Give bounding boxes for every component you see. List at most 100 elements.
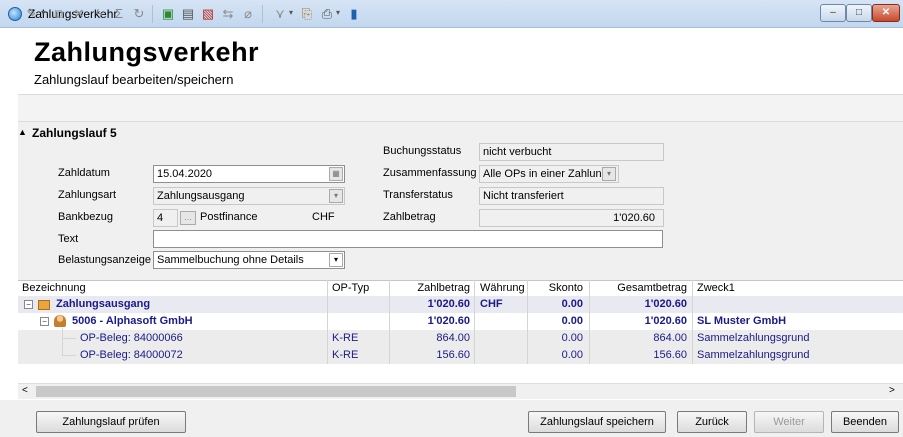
- tree-line: [62, 338, 76, 339]
- row-bezeichnung: OP-Beleg: 84000072: [80, 349, 183, 361]
- scroll-right-icon[interactable]: >: [889, 383, 895, 399]
- page-subtitle: Zahlungslauf bearbeiten/speichern: [34, 72, 234, 87]
- col-gridline: [474, 296, 475, 364]
- pin-icon[interactable]: ✎: [24, 6, 40, 22]
- row-zahlbetrag: 156.60: [436, 349, 470, 361]
- col-waehrung[interactable]: Währung: [480, 281, 525, 296]
- print-dropdown-icon[interactable]: ▾: [336, 8, 340, 17]
- col-divider: [474, 280, 475, 296]
- bankbezug-number[interactable]: 4: [153, 209, 178, 227]
- document-icon[interactable]: ▤: [180, 6, 196, 22]
- scrollbar-thumb[interactable]: [36, 386, 516, 397]
- bankbezug-currency: CHF: [312, 211, 335, 223]
- zusammenfassung-label: Zusammenfassung: [383, 167, 477, 179]
- toolbar: [0, 94, 903, 122]
- sum-icon[interactable]: Σ: [111, 6, 127, 22]
- row-waehrung: CHF: [480, 298, 503, 310]
- bankbezug-name: Postfinance: [200, 211, 258, 223]
- close-button[interactable]: ✕: [872, 4, 900, 22]
- text-label: Text: [58, 233, 79, 245]
- row-gesamt: 1'020.60: [644, 315, 687, 327]
- add-document-icon[interactable]: ▣: [160, 6, 176, 22]
- delete-icon[interactable]: ✕: [71, 6, 87, 22]
- row-bezeichnung: OP-Beleg: 84000066: [80, 332, 183, 344]
- row-zweck: Sammelzahlungsgrund: [697, 332, 810, 344]
- text-input[interactable]: [153, 230, 663, 248]
- zahldatum-label: Zahldatum: [58, 167, 110, 179]
- lookup-button[interactable]: …: [180, 211, 196, 225]
- row-optyp: K-RE: [332, 349, 359, 361]
- row-gesamt: 156.60: [653, 349, 687, 361]
- zahlungslauf-speichern-button[interactable]: Zahlungslauf speichern: [528, 411, 666, 433]
- col-gridline: [692, 296, 693, 364]
- transfer-icon[interactable]: ⇆: [220, 6, 236, 22]
- eraser-icon[interactable]: ⌀: [240, 6, 256, 22]
- collapse-icon[interactable]: ▲: [18, 127, 27, 137]
- row-zahlbetrag: 1'020.60: [427, 315, 470, 327]
- export-icon[interactable]: ⎘: [299, 6, 315, 22]
- buchungsstatus-label: Buchungsstatus: [383, 145, 462, 157]
- row-zahlbetrag: 864.00: [436, 332, 470, 344]
- tree-line: [62, 347, 63, 355]
- col-optyp[interactable]: OP-Typ: [332, 281, 369, 296]
- row-gesamt: 1'020.60: [644, 298, 687, 310]
- col-gridline: [527, 296, 528, 364]
- row-skonto: 0.00: [561, 332, 583, 344]
- chevron-down-icon[interactable]: ▾: [329, 253, 343, 267]
- beenden-button[interactable]: Beenden: [831, 411, 899, 433]
- zusammenfassung-select[interactable]: Alle OPs in einer Zahlung: [479, 165, 619, 183]
- group-title: Zahlungslauf 5: [32, 126, 117, 140]
- weiter-button[interactable]: Weiter: [754, 411, 824, 433]
- tree-line: [62, 355, 76, 356]
- toolbar-separator: [152, 5, 153, 23]
- col-skonto[interactable]: Skonto: [527, 281, 583, 296]
- col-gridline: [327, 296, 328, 364]
- col-zahlbetrag[interactable]: Zahlbetrag: [390, 281, 470, 296]
- row-skonto: 0.00: [561, 349, 583, 361]
- chevron-down-icon[interactable]: ▾: [329, 189, 343, 203]
- calendar-icon[interactable]: ▦: [329, 167, 343, 181]
- filter-icon[interactable]: ⋎: [272, 6, 288, 22]
- col-gridline: [389, 296, 390, 364]
- transferstatus-field: Nicht transferiert: [479, 187, 664, 205]
- filter-dropdown-icon[interactable]: ▾: [289, 8, 293, 17]
- maximize-button[interactable]: □: [846, 4, 872, 22]
- print-icon[interactable]: ⎙: [319, 6, 335, 22]
- transferstatus-label: Transferstatus: [383, 189, 453, 201]
- collapse-icon[interactable]: −: [40, 317, 49, 326]
- minimize-button[interactable]: –: [820, 4, 846, 22]
- row-bezeichnung: Zahlungsausgang: [56, 298, 151, 310]
- toolbar-separator: [262, 5, 263, 23]
- col-gesamtbetrag[interactable]: Gesamtbetrag: [589, 281, 687, 296]
- collapse-icon[interactable]: −: [24, 300, 33, 309]
- col-zweck1[interactable]: Zweck1: [697, 281, 735, 296]
- zahlungslauf-pruefen-button[interactable]: Zahlungslauf prüfen: [36, 411, 186, 433]
- row-zweck: SL Muster GmbH: [697, 315, 787, 327]
- bankbezug-label: Bankbezug: [58, 211, 114, 223]
- person-icon: [54, 315, 66, 327]
- copy-icon[interactable]: ⧉: [51, 6, 67, 22]
- row-optyp: K-RE: [332, 332, 359, 344]
- exit-icon[interactable]: ▮: [346, 6, 362, 22]
- zahlbetrag-label: Zahlbetrag: [383, 211, 436, 223]
- lightning-icon[interactable]: ϟ: [91, 6, 107, 22]
- col-divider: [692, 280, 693, 296]
- app-icon: [8, 7, 22, 21]
- zahldatum-field[interactable]: 15.04.2020: [153, 165, 345, 183]
- row-bezeichnung: 5006 - Alphasoft GmbH: [72, 315, 193, 327]
- pin-dropdown-icon[interactable]: ▾: [41, 8, 45, 17]
- buchungsstatus-field: nicht verbucht: [479, 143, 664, 161]
- chevron-down-icon[interactable]: ▾: [602, 167, 616, 181]
- belastungsanzeige-select[interactable]: Sammelbuchung ohne Details: [153, 251, 345, 269]
- delete-document-icon[interactable]: ▧: [200, 6, 216, 22]
- row-skonto: 0.00: [561, 298, 583, 310]
- col-bezeichnung[interactable]: Bezeichnung: [22, 281, 86, 296]
- refresh-icon[interactable]: ↻: [131, 6, 147, 22]
- zahlungsart-select[interactable]: Zahlungsausgang: [153, 187, 345, 205]
- zahlungsart-label: Zahlungsart: [58, 189, 117, 201]
- zurueck-button[interactable]: Zurück: [677, 411, 747, 433]
- row-zweck: Sammelzahlungsgrund: [697, 349, 810, 361]
- col-gridline: [589, 296, 590, 364]
- scroll-left-icon[interactable]: <: [22, 383, 28, 399]
- belastungsanzeige-label: Belastungsanzeige: [58, 254, 151, 266]
